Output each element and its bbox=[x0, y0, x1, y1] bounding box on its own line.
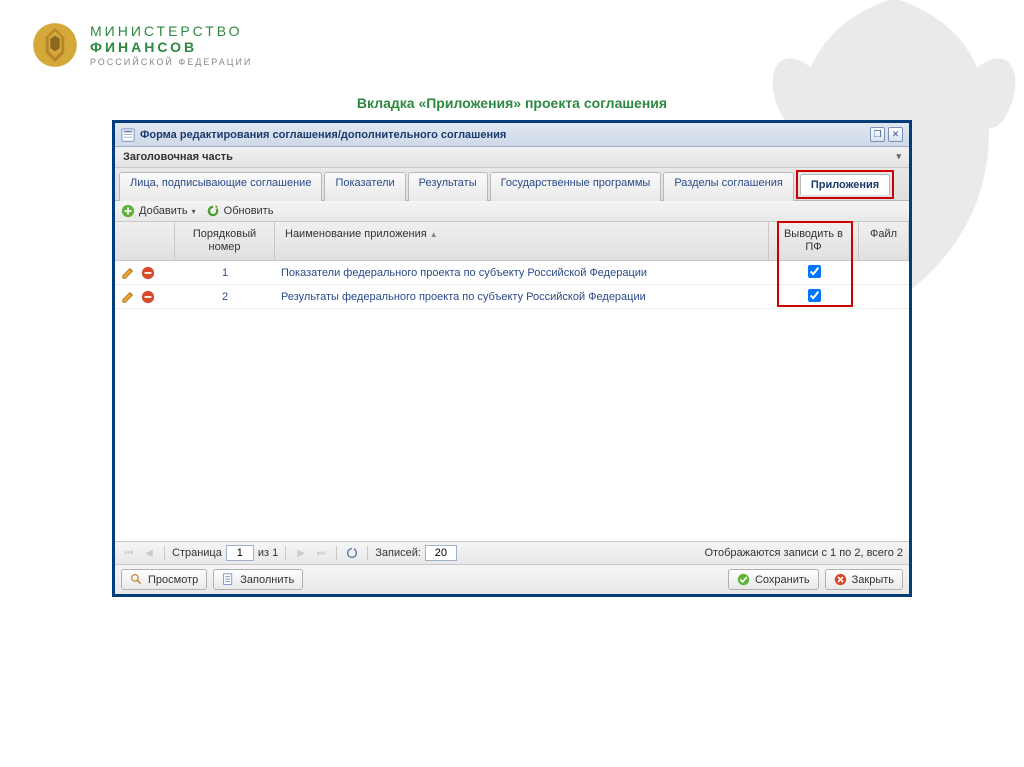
fill-button[interactable]: Заполнить bbox=[213, 569, 303, 590]
page-prev-button[interactable]: ◀ bbox=[141, 545, 157, 561]
document-icon bbox=[222, 573, 235, 586]
tab-gov-programs[interactable]: Государственные программы bbox=[490, 172, 662, 201]
col-file[interactable]: Файл bbox=[859, 222, 909, 260]
form-icon bbox=[121, 128, 135, 142]
emblem-icon bbox=[30, 20, 80, 70]
save-button[interactable]: Сохранить bbox=[728, 569, 819, 590]
cell-name: Результаты федерального проекта по субъе… bbox=[275, 289, 769, 305]
slide-title: Вкладка «Приложения» проекта соглашения bbox=[0, 95, 1024, 111]
page-refresh-button[interactable] bbox=[344, 545, 360, 561]
delete-icon[interactable] bbox=[141, 290, 155, 304]
main-window: Форма редактирования соглашения/дополнит… bbox=[112, 120, 912, 597]
pf-checkbox[interactable] bbox=[808, 289, 821, 302]
brand-line1: МИНИСТЕРСТВО bbox=[90, 23, 252, 39]
tab-indicators[interactable]: Показатели bbox=[324, 172, 405, 201]
col-number[interactable]: Порядковый номер bbox=[175, 222, 275, 260]
cell-file bbox=[859, 271, 909, 275]
page-label: Страница bbox=[172, 547, 222, 559]
pager-bar: ⏮ ◀ Страница из 1 ▶ ⏭ Записей: Отображаю… bbox=[115, 541, 909, 564]
edit-icon[interactable] bbox=[121, 290, 135, 304]
tab-results[interactable]: Результаты bbox=[408, 172, 488, 201]
grid-body: 1 Показатели федерального проекта по суб… bbox=[115, 261, 909, 541]
page-of-label: из 1 bbox=[258, 547, 278, 559]
cell-file bbox=[859, 295, 909, 299]
delete-icon[interactable] bbox=[141, 266, 155, 280]
page-input[interactable] bbox=[226, 545, 254, 561]
edit-icon[interactable] bbox=[121, 266, 135, 280]
page-first-button[interactable]: ⏮ bbox=[121, 545, 137, 561]
window-restore-button[interactable]: ❐ bbox=[870, 127, 885, 142]
brand-line3: РОССИЙСКОЙ ФЕДЕРАЦИИ bbox=[90, 57, 252, 67]
pager-summary: Отображаются записи с 1 по 2, всего 2 bbox=[705, 547, 904, 559]
close-button[interactable]: Закрыть bbox=[825, 569, 903, 590]
cell-name: Показатели федерального проекта по субъе… bbox=[275, 265, 769, 281]
refresh-icon bbox=[206, 204, 220, 218]
col-actions bbox=[115, 222, 175, 260]
close-icon bbox=[834, 573, 847, 586]
brand-header: МИНИСТЕРСТВО ФИНАНСОВ РОССИЙСКОЙ ФЕДЕРАЦ… bbox=[30, 20, 252, 70]
table-row[interactable]: 1 Показатели федерального проекта по суб… bbox=[115, 261, 909, 285]
grid-toolbar: Добавить ▾ Обновить bbox=[115, 201, 909, 222]
tab-bar: Лица, подписывающие соглашение Показател… bbox=[115, 168, 909, 201]
chevron-down-icon: ▾ bbox=[896, 151, 901, 162]
window-titlebar: Форма редактирования соглашения/дополнит… bbox=[115, 123, 909, 147]
pf-checkbox[interactable] bbox=[808, 265, 821, 278]
refresh-button[interactable]: Обновить bbox=[206, 204, 274, 218]
window-close-button[interactable]: ✕ bbox=[888, 127, 903, 142]
col-pf[interactable]: Выводить в ПФ bbox=[769, 222, 859, 260]
window-title: Форма редактирования соглашения/дополнит… bbox=[140, 129, 867, 141]
cell-number: 2 bbox=[175, 289, 275, 305]
brand-line2: ФИНАНСОВ bbox=[90, 39, 252, 55]
preview-button[interactable]: Просмотр bbox=[121, 569, 207, 590]
dropdown-arrow-icon: ▾ bbox=[192, 207, 196, 216]
add-icon bbox=[121, 204, 135, 218]
bottom-bar: Просмотр Заполнить Сохранить Закрыть bbox=[115, 564, 909, 594]
tab-sections[interactable]: Разделы соглашения bbox=[663, 172, 794, 201]
table-row[interactable]: 2 Результаты федерального проекта по суб… bbox=[115, 285, 909, 309]
cell-number: 1 bbox=[175, 265, 275, 281]
col-name[interactable]: Наименование приложения ▲ bbox=[275, 222, 769, 260]
tab-attachments[interactable]: Приложения bbox=[800, 174, 890, 195]
section-header[interactable]: Заголовочная часть ▾ bbox=[115, 147, 909, 168]
magnifier-icon bbox=[130, 573, 143, 586]
section-title: Заголовочная часть bbox=[123, 151, 233, 163]
highlight-active-tab: Приложения bbox=[796, 170, 894, 199]
check-icon bbox=[737, 573, 750, 586]
records-input[interactable] bbox=[425, 545, 457, 561]
tab-signers[interactable]: Лица, подписывающие соглашение bbox=[119, 172, 322, 201]
records-label: Записей: bbox=[375, 547, 421, 559]
refresh-icon bbox=[345, 546, 359, 560]
sort-asc-icon: ▲ bbox=[430, 230, 438, 239]
page-next-button[interactable]: ▶ bbox=[293, 545, 309, 561]
add-button[interactable]: Добавить ▾ bbox=[121, 204, 196, 218]
page-last-button[interactable]: ⏭ bbox=[313, 545, 329, 561]
grid-header: Порядковый номер Наименование приложения… bbox=[115, 222, 909, 261]
